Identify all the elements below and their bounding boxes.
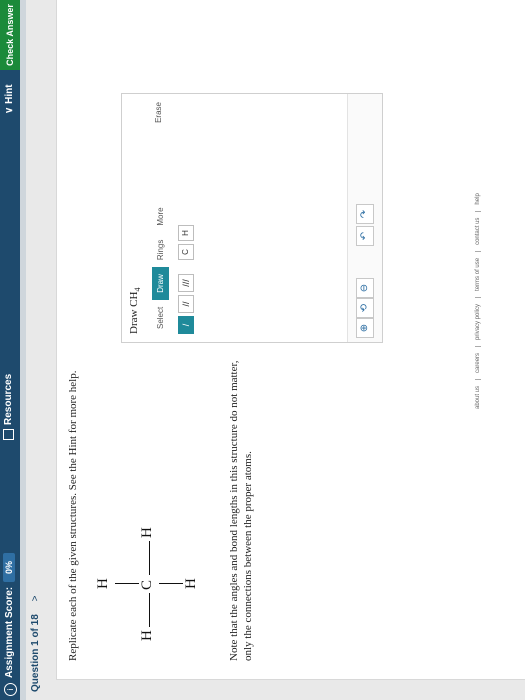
question-header[interactable]: Question 1 of 18 > bbox=[30, 596, 41, 692]
tab-select[interactable]: Select bbox=[152, 300, 169, 336]
zoom-out-icon[interactable]: ⊖ bbox=[356, 278, 374, 298]
resources-icon bbox=[3, 429, 14, 440]
question-counter: Question 1 of 18 bbox=[30, 614, 41, 692]
undo-icon[interactable]: ↶ bbox=[356, 226, 374, 246]
footer-link-careers[interactable]: careers bbox=[475, 345, 481, 373]
bond-top bbox=[115, 583, 139, 584]
draw-title: Draw CH4 bbox=[128, 288, 142, 334]
assignment-score-label: Assignment Score: bbox=[4, 586, 15, 678]
hint-label: Hint bbox=[4, 84, 15, 104]
app-screen: i Assignment Score: 0% Resources ∨ Hint … bbox=[0, 0, 525, 700]
single-bond-tool[interactable]: / bbox=[178, 316, 194, 334]
info-icon[interactable]: i bbox=[4, 683, 17, 696]
drawing-panel[interactable]: Draw CH4 Select Draw Rings More Erase / … bbox=[121, 93, 383, 343]
atom-h-top: H bbox=[95, 578, 111, 589]
zoom-in-icon[interactable]: ⊕ bbox=[356, 318, 374, 338]
tab-more[interactable]: More bbox=[152, 200, 169, 232]
erase-button[interactable]: Erase bbox=[154, 102, 163, 123]
double-bond-tool[interactable]: // bbox=[178, 295, 194, 313]
atom-h-bottom: H bbox=[183, 578, 199, 589]
draw-tabs: Select Draw Rings More bbox=[152, 200, 169, 336]
resources-label: Resources bbox=[3, 373, 14, 425]
hydrogen-atom-tool[interactable]: H bbox=[178, 225, 194, 241]
resources-button[interactable]: Resources bbox=[3, 374, 14, 440]
redo-icon[interactable]: ↷ bbox=[356, 204, 374, 224]
atom-c-center: C bbox=[139, 579, 155, 590]
tool-row: / // /// C H bbox=[178, 225, 194, 334]
footer-links: about us careers privacy policy terms of… bbox=[475, 187, 481, 409]
score-badge: 0% bbox=[3, 552, 15, 582]
hint-button[interactable]: ∨ Hint bbox=[4, 84, 15, 114]
draw-title-text: Draw CH bbox=[128, 291, 140, 334]
check-answer-button[interactable]: Check Answer bbox=[0, 0, 20, 70]
panel-bottom-bar: ⊕ ⟲ ⊖ ↶ ↷ bbox=[347, 94, 382, 342]
structure-note: Note that the angles and bond lengths in… bbox=[228, 360, 254, 661]
progress-track bbox=[20, 0, 26, 700]
question-prompt: Replicate each of the given structures. … bbox=[67, 370, 79, 661]
footer-link-help[interactable]: help bbox=[475, 187, 481, 204]
bond-right bbox=[149, 541, 150, 575]
hint-icon: ∨ bbox=[4, 106, 15, 114]
top-bar: i Assignment Score: 0% Resources ∨ Hint … bbox=[0, 0, 20, 700]
bond-bottom bbox=[159, 583, 183, 584]
bond-left bbox=[149, 593, 150, 627]
footer-link-contact[interactable]: contact us bbox=[475, 210, 481, 245]
draw-title-subscript: 4 bbox=[133, 287, 143, 292]
tool-spacer bbox=[178, 263, 194, 271]
tab-rings[interactable]: Rings bbox=[152, 233, 169, 267]
footer-link-terms[interactable]: terms of use bbox=[475, 250, 481, 291]
triple-bond-tool[interactable]: /// bbox=[178, 274, 194, 292]
tab-draw[interactable]: Draw bbox=[152, 267, 169, 300]
atom-h-right: H bbox=[139, 527, 155, 538]
atom-h-left: H bbox=[139, 630, 155, 641]
chevron-right-icon[interactable]: > bbox=[30, 596, 41, 602]
footer-link-privacy[interactable]: privacy policy bbox=[475, 296, 481, 340]
methane-structure: H H C H H bbox=[95, 521, 205, 641]
question-card: Replicate each of the given structures. … bbox=[56, 0, 525, 680]
carbon-atom-tool[interactable]: C bbox=[178, 244, 194, 260]
zoom-reset-icon[interactable]: ⟲ bbox=[356, 298, 374, 318]
footer-link-about[interactable]: about us bbox=[475, 378, 481, 409]
